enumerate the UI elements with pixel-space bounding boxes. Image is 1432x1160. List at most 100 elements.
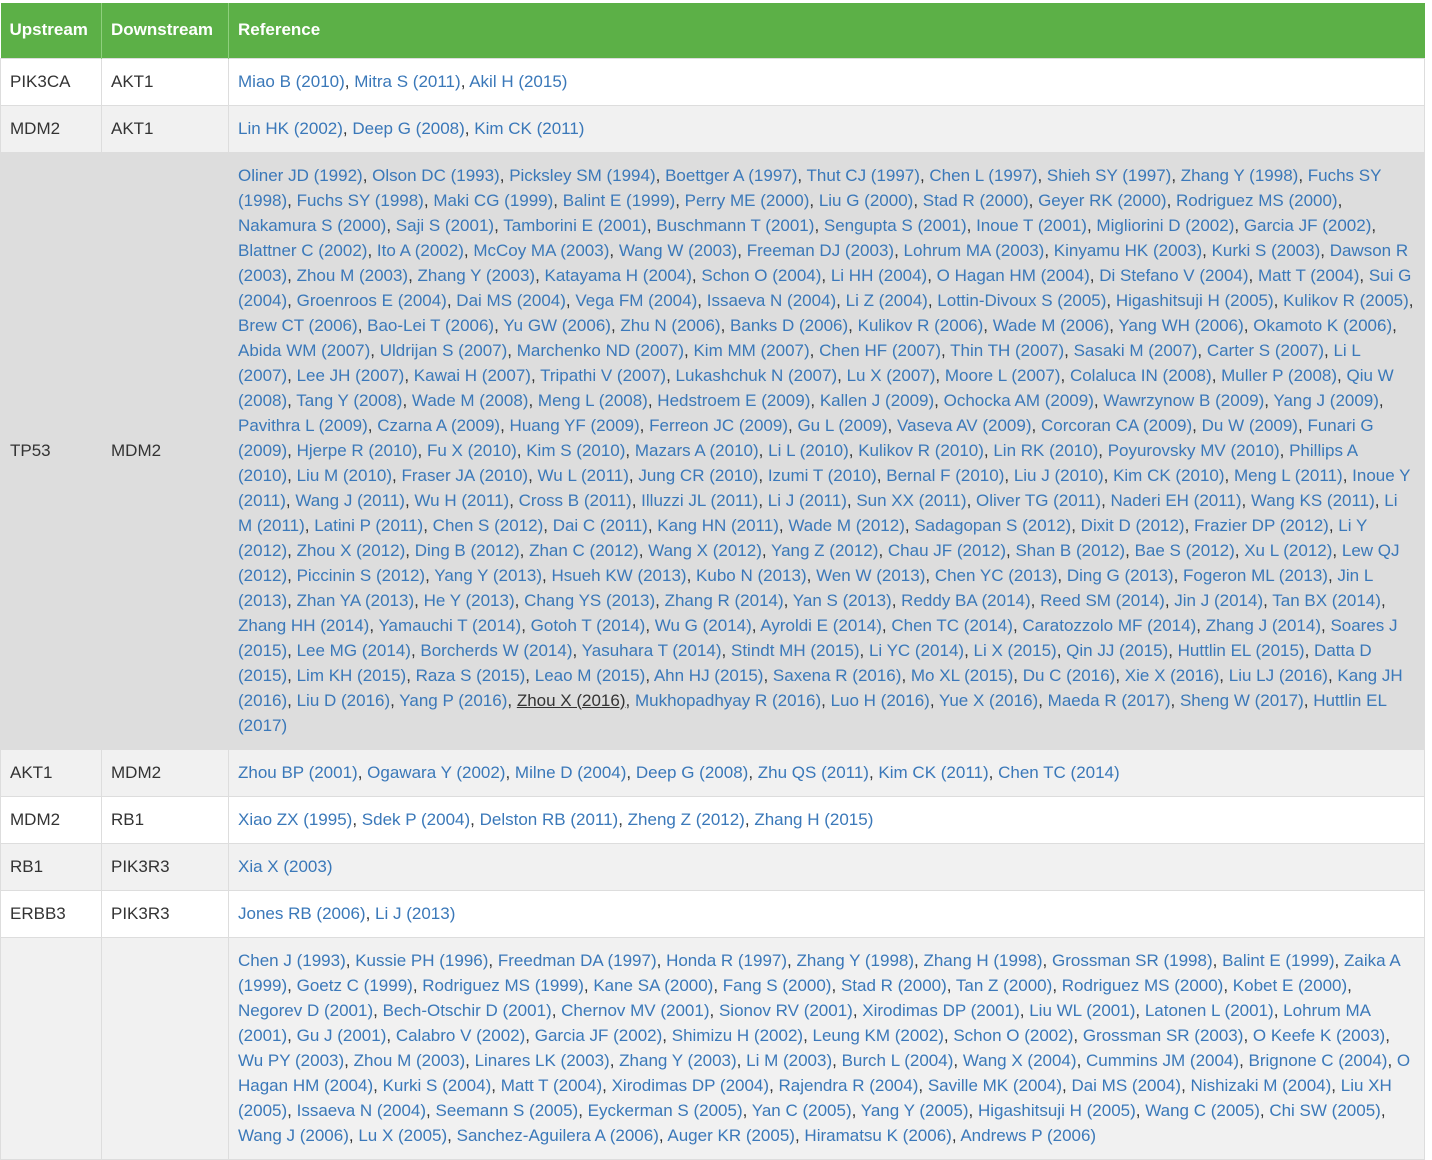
reference-link[interactable]: Deep G (2008) bbox=[636, 763, 748, 782]
reference-link[interactable]: Chen J (1993) bbox=[238, 951, 346, 970]
reference-link[interactable]: Illuzzi JL (2011) bbox=[641, 491, 758, 510]
reference-link[interactable]: Delston RB (2011) bbox=[480, 810, 619, 829]
reference-link[interactable]: Li M (2003) bbox=[746, 1051, 832, 1070]
reference-link[interactable]: Wang J (2006) bbox=[238, 1126, 349, 1145]
reference-link[interactable]: Latonen L (2001) bbox=[1145, 1001, 1274, 1020]
reference-link[interactable]: Zhang Y (2003) bbox=[619, 1051, 737, 1070]
reference-link[interactable]: Miao B (2010) bbox=[238, 72, 345, 91]
reference-link[interactable]: Dai C (2011) bbox=[553, 516, 648, 535]
reference-link[interactable]: Liu M (2010) bbox=[297, 466, 392, 485]
reference-link[interactable]: Vaseva AV (2009) bbox=[897, 416, 1032, 435]
reference-link[interactable]: Ding B (2012) bbox=[415, 541, 520, 560]
reference-link[interactable]: Piccinin S (2012) bbox=[297, 566, 426, 585]
reference-link[interactable]: Zhu N (2006) bbox=[620, 316, 720, 335]
reference-link[interactable]: Chen L (1997) bbox=[929, 166, 1037, 185]
reference-link[interactable]: Wade M (2008) bbox=[412, 391, 529, 410]
reference-link[interactable]: Bech-Otschir D (2001) bbox=[383, 1001, 552, 1020]
reference-link[interactable]: Stindt MH (2015) bbox=[731, 641, 860, 660]
reference-link[interactable]: Tripathi V (2007) bbox=[540, 366, 666, 385]
reference-link[interactable]: Grossman SR (2003) bbox=[1083, 1026, 1244, 1045]
reference-link[interactable]: Li YC (2014) bbox=[869, 641, 964, 660]
reference-link[interactable]: Chi SW (2005) bbox=[1269, 1101, 1380, 1120]
reference-link[interactable]: Wu G (2014) bbox=[655, 616, 752, 635]
reference-link[interactable]: Fang S (2000) bbox=[723, 976, 832, 995]
reference-link[interactable]: Sdek P (2004) bbox=[362, 810, 470, 829]
reference-link[interactable]: Lu X (2007) bbox=[847, 366, 936, 385]
reference-link[interactable]: Tan BX (2014) bbox=[1272, 591, 1381, 610]
reference-link[interactable]: Nakamura S (2000) bbox=[238, 216, 386, 235]
reference-link[interactable]: Sadagopan S (2012) bbox=[914, 516, 1071, 535]
reference-link[interactable]: Kim CK (2010) bbox=[1113, 466, 1224, 485]
reference-link[interactable]: Xie X (2016) bbox=[1125, 666, 1220, 685]
reference-link[interactable]: Chernov MV (2001) bbox=[561, 1001, 709, 1020]
reference-link[interactable]: Brignone C (2004) bbox=[1249, 1051, 1388, 1070]
reference-link[interactable]: Lee JH (2007) bbox=[297, 366, 405, 385]
reference-link[interactable]: Poyurovsky MV (2010) bbox=[1108, 441, 1280, 460]
reference-link[interactable]: Mitra S (2011) bbox=[354, 72, 460, 91]
reference-link[interactable]: Wu L (2011) bbox=[538, 466, 629, 485]
reference-link[interactable]: Liu G (2000) bbox=[819, 191, 914, 210]
reference-link[interactable]: Lin HK (2002) bbox=[238, 119, 343, 138]
reference-link[interactable]: Wang KS (2011) bbox=[1251, 491, 1375, 510]
reference-link[interactable]: Moore L (2007) bbox=[945, 366, 1061, 385]
reference-link[interactable]: Li J (2013) bbox=[375, 904, 455, 923]
reference-link[interactable]: Mo XL (2015) bbox=[911, 666, 1013, 685]
reference-link[interactable]: Blattner C (2002) bbox=[238, 241, 367, 260]
reference-link[interactable]: Wu PY (2003) bbox=[238, 1051, 344, 1070]
reference-link[interactable]: Xirodimas DP (2004) bbox=[612, 1076, 769, 1095]
reference-link[interactable]: Lee MG (2014) bbox=[297, 641, 411, 660]
reference-link[interactable]: Chen TC (2014) bbox=[891, 616, 1013, 635]
reference-link[interactable]: Meng L (2008) bbox=[538, 391, 648, 410]
reference-link[interactable]: Hsueh KW (2013) bbox=[551, 566, 686, 585]
reference-link[interactable]: Kane SA (2000) bbox=[593, 976, 713, 995]
reference-link[interactable]: Buschmann T (2001) bbox=[656, 216, 814, 235]
reference-link[interactable]: Raza S (2015) bbox=[416, 666, 526, 685]
reference-link[interactable]: Sengupta S (2001) bbox=[824, 216, 967, 235]
reference-link[interactable]: Yamauchi T (2014) bbox=[378, 616, 521, 635]
reference-link[interactable]: Matt T (2004) bbox=[501, 1076, 602, 1095]
reference-link[interactable]: Liu WL (2001) bbox=[1029, 1001, 1135, 1020]
reference-link[interactable]: Garcia JF (2002) bbox=[535, 1026, 663, 1045]
reference-link[interactable]: Dai MS (2004) bbox=[456, 291, 566, 310]
reference-link[interactable]: O Hagan HM (2004) bbox=[937, 266, 1090, 285]
reference-link[interactable]: Reed SM (2014) bbox=[1040, 591, 1165, 610]
reference-link[interactable]: Kubo N (2013) bbox=[696, 566, 807, 585]
reference-link[interactable]: Ogawara Y (2002) bbox=[367, 763, 505, 782]
reference-link[interactable]: Lin RK (2010) bbox=[993, 441, 1098, 460]
reference-link[interactable]: Di Stefano V (2004) bbox=[1099, 266, 1248, 285]
reference-link[interactable]: Gu L (2009) bbox=[797, 416, 887, 435]
reference-link[interactable]: Kulikov R (2006) bbox=[858, 316, 984, 335]
reference-link[interactable]: Huttlin EL (2015) bbox=[1178, 641, 1305, 660]
reference-link[interactable]: Zhang HH (2014) bbox=[238, 616, 369, 635]
reference-link[interactable]: Andrews P (2006) bbox=[960, 1126, 1096, 1145]
reference-link[interactable]: Chang YS (2013) bbox=[524, 591, 655, 610]
reference-link[interactable]: Du C (2016) bbox=[1023, 666, 1116, 685]
reference-link[interactable]: Bae S (2012) bbox=[1135, 541, 1235, 560]
reference-link[interactable]: Wawrzynow B (2009) bbox=[1103, 391, 1264, 410]
reference-link[interactable]: Zhang H (1998) bbox=[923, 951, 1042, 970]
reference-link[interactable]: Schon O (2002) bbox=[953, 1026, 1073, 1045]
reference-link[interactable]: Zhou X (2016) bbox=[517, 691, 626, 710]
reference-link[interactable]: Yasuhara T (2014) bbox=[582, 641, 722, 660]
reference-link[interactable]: Fuchs SY (1998) bbox=[297, 191, 424, 210]
reference-link[interactable]: Schon O (2004) bbox=[701, 266, 821, 285]
reference-link[interactable]: Muller P (2008) bbox=[1221, 366, 1337, 385]
reference-link[interactable]: He Y (2013) bbox=[424, 591, 515, 610]
reference-link[interactable]: Huang YF (2009) bbox=[510, 416, 640, 435]
reference-link[interactable]: Ochocka AM (2009) bbox=[944, 391, 1094, 410]
reference-link[interactable]: Linares LK (2003) bbox=[475, 1051, 610, 1070]
reference-link[interactable]: Wang C (2005) bbox=[1145, 1101, 1260, 1120]
reference-link[interactable]: Zhang Y (2003) bbox=[418, 266, 536, 285]
reference-link[interactable]: Lu X (2005) bbox=[358, 1126, 447, 1145]
reference-link[interactable]: Inoue T (2001) bbox=[976, 216, 1087, 235]
reference-link[interactable]: Jung CR (2010) bbox=[638, 466, 758, 485]
reference-link[interactable]: Okamoto K (2006) bbox=[1253, 316, 1392, 335]
reference-link[interactable]: Shieh SY (1997) bbox=[1047, 166, 1171, 185]
reference-link[interactable]: Oliver TG (2011) bbox=[976, 491, 1101, 510]
reference-link[interactable]: Yu GW (2006) bbox=[503, 316, 611, 335]
reference-link[interactable]: Wade M (2012) bbox=[788, 516, 905, 535]
reference-link[interactable]: Carter S (2007) bbox=[1207, 341, 1324, 360]
reference-link[interactable]: Dixit D (2012) bbox=[1081, 516, 1185, 535]
reference-link[interactable]: Brew CT (2006) bbox=[238, 316, 358, 335]
reference-link[interactable]: Lottin-Divoux S (2005) bbox=[937, 291, 1106, 310]
